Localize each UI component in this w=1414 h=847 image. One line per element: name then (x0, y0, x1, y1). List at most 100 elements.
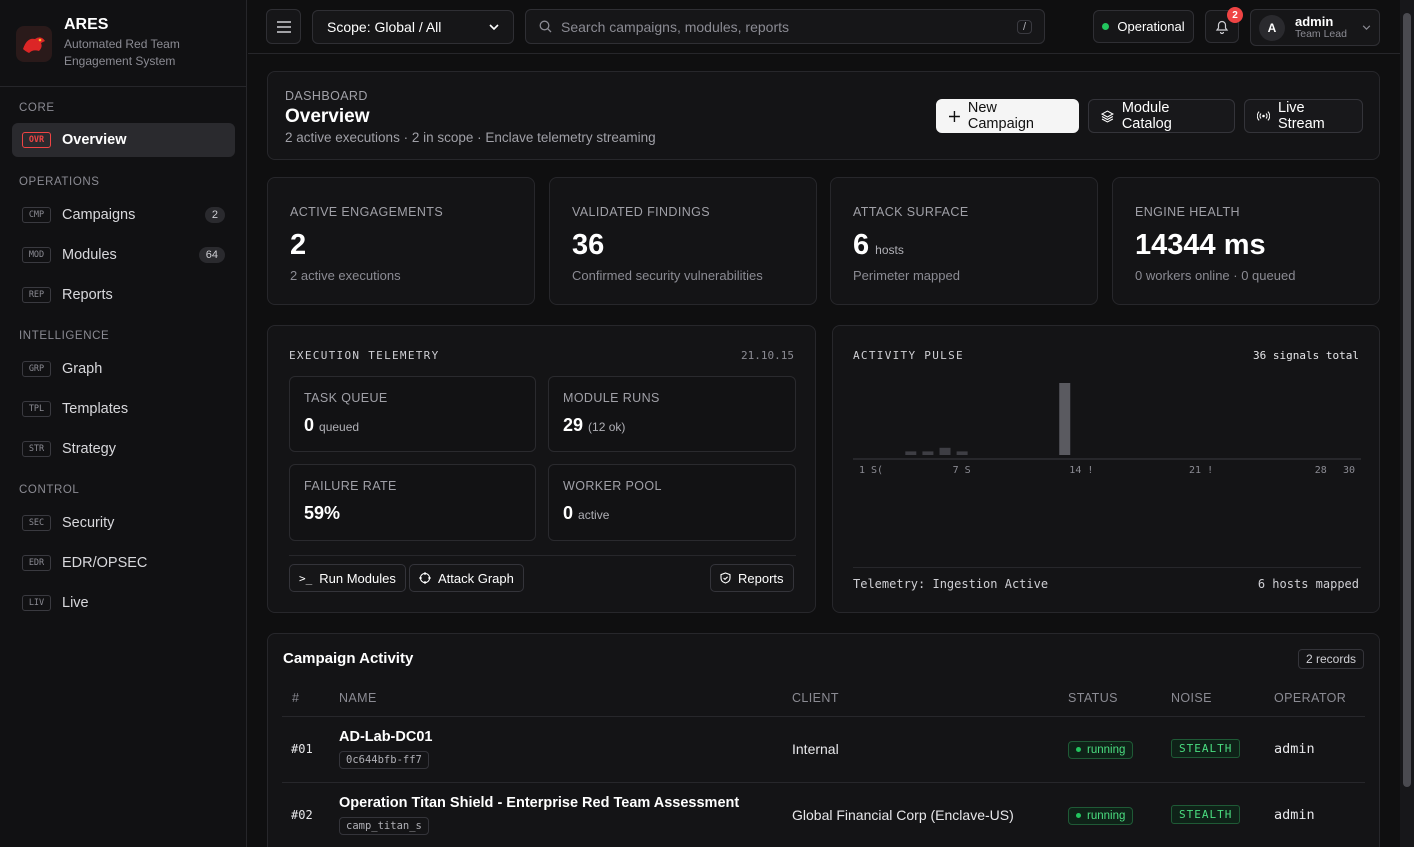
column-header-client[interactable]: CLIENT (792, 691, 839, 705)
stat-card-attack-surface: ATTACK SURFACE 6 hosts Perimeter mapped (830, 177, 1098, 305)
activity-pulse-chart: 1 S(7 S 14 ! 21 ! 28 30 (853, 383, 1361, 476)
user-menu[interactable]: A admin Team Lead (1250, 9, 1380, 46)
brand: ARES Automated Red Team Engagement Syste… (0, 0, 246, 87)
bell-icon (1215, 20, 1229, 34)
column-header-name[interactable]: NAME (339, 691, 377, 705)
reports-label: Reports (738, 570, 784, 586)
row-number: #02 (291, 808, 313, 822)
page-title: Overview (285, 106, 370, 127)
sidebar: ARES Automated Red Team Engagement Syste… (0, 0, 247, 847)
stat-card-validated-findings: VALIDATED FINDINGS 36 Confirmed security… (549, 177, 817, 305)
run-modules-label: Run Modules (319, 570, 396, 586)
stat-value: 2 (290, 229, 307, 261)
sidebar-item-reports[interactable]: REP Reports (12, 278, 235, 312)
attack-graph-button[interactable]: Attack Graph (409, 564, 524, 592)
box-unit: queued (319, 420, 360, 434)
scrollbar[interactable] (1400, 0, 1414, 847)
sidebar-item-live[interactable]: LIV Live (12, 586, 235, 620)
sidebar-item-strategy[interactable]: STR Strategy (12, 432, 235, 466)
module-catalog-button[interactable]: Module Catalog (1088, 99, 1235, 133)
client-name: Global Financial Corp (Enclave-US) (792, 807, 1014, 823)
column-header-noise[interactable]: NOISE (1171, 691, 1212, 705)
sidebar-item-edr-opsec[interactable]: EDR EDR/OPSEC (12, 546, 235, 580)
hamburger-icon (276, 20, 291, 33)
nav-code: EDR (22, 555, 51, 571)
sidebar-item-graph[interactable]: GRP Graph (12, 352, 235, 386)
module-catalog-label: Module Catalog (1121, 100, 1172, 132)
status-indicator[interactable]: Operational (1093, 10, 1194, 43)
box-unit: active (578, 508, 610, 522)
search-shortcut-key: / (1016, 19, 1032, 34)
brand-subtitle: Automated Red Team Engagement System (64, 37, 180, 68)
run-modules-button[interactable]: >_ Run Modules (289, 564, 406, 592)
box-label: MODULE RUNS (563, 391, 660, 405)
pulse-total: 36 signals total (1253, 349, 1359, 362)
nav-code: TPL (22, 401, 51, 417)
records-count-badge: 2 records (1297, 649, 1364, 669)
search-input[interactable]: Search campaigns, modules, reports / (525, 9, 1045, 44)
notifications-button[interactable]: 2 (1205, 7, 1243, 43)
sidebar-item-security[interactable]: SEC Security (12, 506, 235, 540)
divider (853, 567, 1361, 568)
live-stream-button[interactable]: Live Stream (1244, 99, 1363, 133)
new-campaign-label: New Campaign (967, 100, 1034, 132)
column-header-status[interactable]: STATUS (1068, 691, 1118, 705)
telemetry-title: EXECUTION TELEMETRY (289, 349, 440, 362)
box-label: TASK QUEUE (304, 391, 388, 405)
box-label: WORKER POOL (563, 479, 662, 493)
chevron-down-icon (1362, 25, 1371, 30)
row-number: #01 (291, 742, 313, 756)
sidebar-item-campaigns[interactable]: CMP Campaigns 2 (12, 198, 235, 232)
stat-card-engine-health: ENGINE HEALTH 14344 ms 0 workers online … (1112, 177, 1380, 305)
new-campaign-button[interactable]: New Campaign (936, 99, 1079, 133)
running-dot-icon (1076, 813, 1081, 818)
sidebar-item-overview[interactable]: OVR Overview (12, 123, 235, 157)
running-dot-icon (1076, 747, 1081, 752)
sidebar-item-label: Overview (62, 132, 127, 148)
sidebar-item-modules[interactable]: MOD Modules 64 (12, 238, 235, 272)
stat-subtitle: 0 workers online · 0 queued (1135, 268, 1296, 283)
campaign-name[interactable]: Operation Titan Shield - Enterprise Red … (339, 795, 739, 811)
sidebar-item-label: Live (62, 595, 89, 611)
modules-count-badge: 64 (198, 247, 225, 263)
chevron-down-icon (489, 24, 499, 30)
stat-value: 36 (572, 229, 605, 261)
pulse-tick-label: 1 S( (859, 465, 883, 476)
stat-subtitle: Confirmed security vulnerabilities (572, 268, 763, 283)
divider (282, 782, 1365, 783)
pulse-bar (905, 451, 917, 455)
search-icon (539, 20, 552, 33)
reports-button[interactable]: Reports (710, 564, 794, 592)
sidebar-item-label: Campaigns (62, 207, 136, 223)
campaign-id: 0c644bfb-ff7 (339, 751, 429, 769)
sidebar-item-templates[interactable]: TPL Templates (12, 392, 235, 426)
column-header-operator[interactable]: OPERATOR (1274, 691, 1346, 705)
menu-toggle-button[interactable] (266, 9, 301, 44)
sidebar-item-label: Reports (62, 287, 113, 303)
user-role: Team Lead (1295, 27, 1347, 40)
breadcrumb: DASHBOARD (285, 89, 368, 103)
divider (289, 555, 796, 556)
noise-badge: STEALTH (1171, 739, 1241, 758)
attack-graph-label: Attack Graph (438, 570, 514, 586)
stat-value: 6 (853, 229, 870, 261)
task-queue-box: TASK QUEUE 0 queued (289, 376, 536, 452)
failure-rate-box: FAILURE RATE 59% (289, 464, 536, 541)
avatar: A (1259, 14, 1285, 41)
scope-select[interactable]: Scope: Global / All (312, 10, 514, 44)
brand-title: ARES (64, 16, 109, 33)
pulse-footer-status: Telemetry: Ingestion Active (853, 577, 1049, 591)
pulse-bars (905, 383, 1071, 455)
shield-icon (720, 572, 731, 584)
pulse-bar (922, 451, 934, 455)
stat-label: ENGINE HEALTH (1135, 205, 1240, 219)
page-subtitle: 2 active executions · 2 in scope · Encla… (285, 130, 656, 145)
pulse-bar (939, 447, 951, 455)
sidebar-item-label: EDR/OPSEC (62, 555, 148, 571)
campaign-name[interactable]: AD-Lab-DC01 (339, 729, 432, 745)
scrollbar-thumb[interactable] (1403, 13, 1411, 787)
nav-code: OVR (22, 132, 51, 148)
pulse-tick-labels: 1 S(7 S 14 ! 21 ! 28 30 (859, 465, 1355, 476)
stat-label: VALIDATED FINDINGS (572, 205, 711, 219)
crosshair-icon (419, 572, 431, 584)
